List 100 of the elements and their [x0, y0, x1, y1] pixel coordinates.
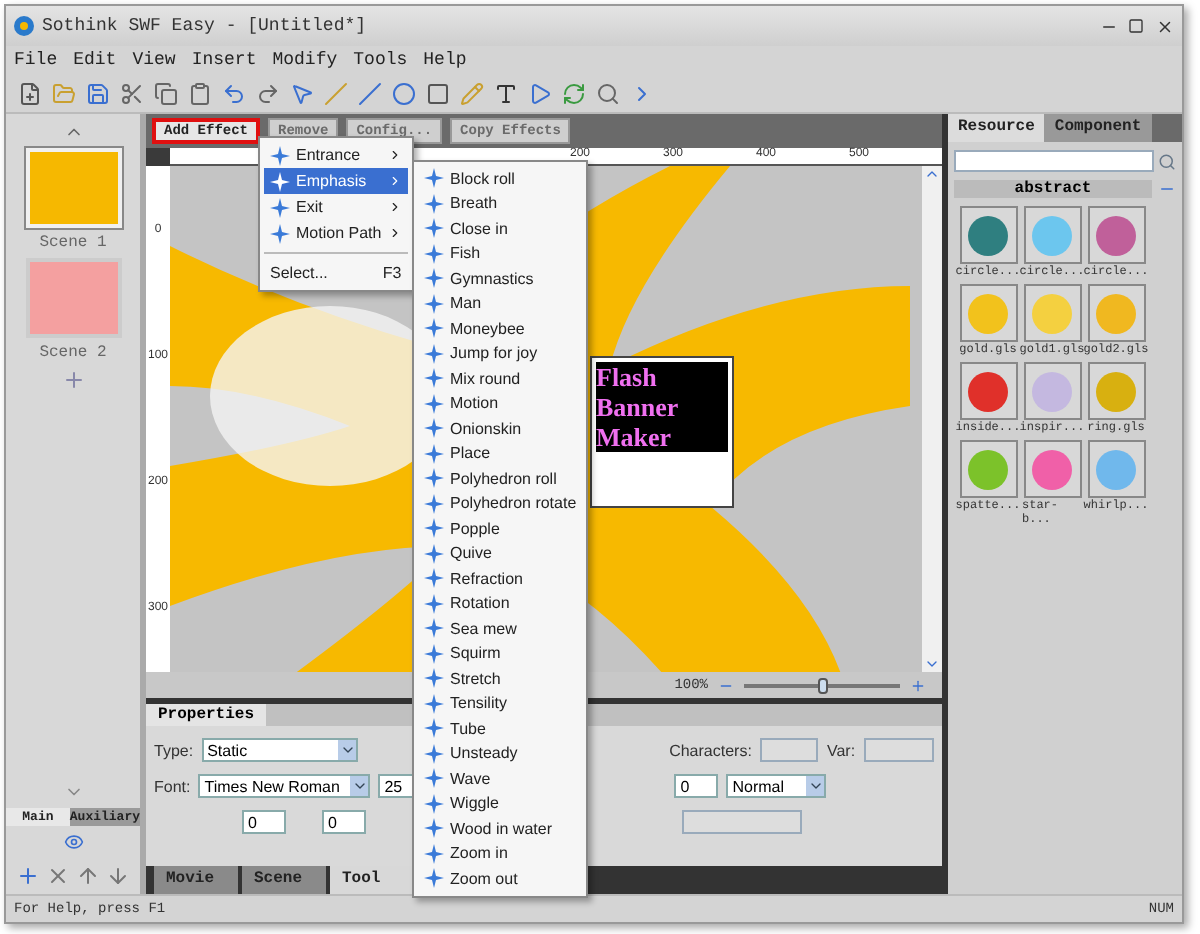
zoom-in-icon[interactable]	[910, 677, 926, 693]
menu-item[interactable]: Sea mew	[418, 616, 583, 641]
var-field[interactable]	[863, 738, 934, 762]
save-icon[interactable]	[86, 81, 110, 105]
menu-item[interactable]: Select... F3	[264, 260, 408, 286]
scroll-up-icon[interactable]	[924, 166, 940, 182]
menu-item[interactable]: Fish	[418, 241, 583, 266]
sparkle-icon	[424, 443, 444, 464]
group-header[interactable]: abstract	[954, 180, 1152, 198]
move-down-icon[interactable]	[106, 864, 130, 888]
menu-item[interactable]: Modify	[272, 50, 338, 70]
menu-item[interactable]: Entrance	[264, 142, 408, 168]
menu-item[interactable]: Exit	[264, 194, 408, 220]
dropdown-caret-icon	[339, 742, 356, 758]
add-scene-icon[interactable]	[61, 368, 85, 392]
line-spacing-field[interactable]: 0	[674, 774, 719, 798]
panel-tab[interactable]: Component	[1044, 114, 1152, 142]
add-icon[interactable]	[16, 864, 40, 888]
pen-icon[interactable]	[358, 81, 382, 105]
maximize-icon[interactable]	[1126, 16, 1146, 36]
menu-item[interactable]: Jump for joy	[418, 341, 583, 366]
eye-icon[interactable]	[63, 832, 83, 852]
vertical-scrollbar[interactable]	[922, 166, 942, 672]
menu-item[interactable]: Polyhedron rotate	[418, 491, 583, 516]
delete-icon[interactable]	[46, 864, 70, 888]
bottom-tab[interactable]: Movie	[154, 866, 238, 894]
copy-icon[interactable]	[154, 81, 178, 105]
scene-label: Scene 2	[39, 344, 107, 362]
refresh-icon[interactable]	[562, 81, 586, 105]
menu-item[interactable]: Emphasis	[264, 168, 408, 194]
menu-item[interactable]: Tensility	[418, 691, 583, 716]
spacing-field[interactable]: 0	[242, 810, 286, 834]
menu-item[interactable]: Onionskin	[418, 416, 583, 441]
folder-icon[interactable]	[52, 81, 76, 105]
field-label: Type:	[154, 741, 194, 759]
panel-tab[interactable]: Resource	[948, 114, 1045, 142]
menu-item[interactable]: Quive	[418, 541, 583, 566]
indent-field[interactable]: 0	[322, 810, 366, 834]
menu-item[interactable]: Motion	[418, 391, 583, 416]
line-icon[interactable]	[324, 81, 348, 105]
menu-item[interactable]: Moneybee	[418, 316, 583, 341]
style-select[interactable]: Normal	[726, 774, 827, 798]
menu-item[interactable]: Tube	[418, 716, 583, 741]
close-icon[interactable]	[1154, 16, 1174, 36]
scene-thumbnail[interactable]	[25, 258, 121, 338]
redo-icon[interactable]	[256, 81, 280, 105]
field-label: Font:	[154, 777, 191, 795]
menu-item[interactable]: Squirm	[418, 641, 583, 666]
menu-item[interactable]: Motion Path	[264, 220, 408, 246]
menu-item[interactable]: Stretch	[418, 666, 583, 691]
menu-item[interactable]: Man	[418, 291, 583, 316]
menu-item[interactable]: Rotation	[418, 591, 583, 616]
cut-icon[interactable]	[120, 81, 144, 105]
scene-label: Scene 1	[39, 234, 107, 252]
characters-field[interactable]	[759, 738, 819, 762]
pencil-icon[interactable]	[460, 81, 484, 105]
text-tool-icon[interactable]	[494, 81, 518, 105]
menu-item[interactable]: Help	[423, 50, 467, 70]
new-file-icon[interactable]	[18, 81, 42, 105]
menu-item[interactable]: Refraction	[418, 566, 583, 591]
undo-icon[interactable]	[222, 81, 246, 105]
menu-item[interactable]: Block roll	[418, 166, 583, 191]
menu-item[interactable]: Polyhedron roll	[418, 466, 583, 491]
search-icon[interactable]	[596, 81, 620, 105]
menu-item[interactable]: File	[14, 50, 58, 70]
panel-tab[interactable]: Properties	[146, 704, 267, 726]
rectangle-icon[interactable]	[426, 81, 450, 105]
type-select[interactable]: Static	[201, 738, 359, 762]
menu-item[interactable]: Breath	[418, 191, 583, 216]
font-select[interactable]: Times New Roman	[198, 774, 371, 798]
play-icon[interactable]	[528, 81, 552, 105]
search-field[interactable]	[954, 150, 1154, 172]
paste-icon[interactable]	[188, 81, 212, 105]
slider-thumb[interactable]	[818, 677, 828, 693]
sparkle-icon	[424, 493, 444, 514]
menu-item[interactable]: Mix round	[418, 366, 583, 391]
menu-item[interactable]: Insert	[191, 50, 257, 70]
ellipse-icon[interactable]	[392, 81, 416, 105]
bottom-tab[interactable]: Tool	[330, 866, 414, 894]
menu-item[interactable]: View	[132, 50, 176, 70]
scroll-down-icon[interactable]	[924, 656, 940, 672]
bottom-tab[interactable]: Scene	[242, 866, 326, 894]
sparkle-icon	[424, 793, 444, 814]
menu-item[interactable]: Popple	[418, 516, 583, 541]
menu-item[interactable]: Edit	[73, 50, 117, 70]
menu-item[interactable]: Place	[418, 441, 583, 466]
menu-item[interactable]: Zoom out	[418, 866, 583, 891]
menu-item[interactable]: Zoom in	[418, 841, 583, 866]
menu-item[interactable]: Gymnastics	[418, 266, 583, 291]
sparkle-icon	[424, 643, 444, 664]
pointer-icon[interactable]	[290, 81, 314, 105]
text-object[interactable]: Flash Banner Maker	[590, 356, 734, 508]
menu-item[interactable]: Close in	[418, 216, 583, 241]
search-icon[interactable]	[1158, 151, 1176, 171]
move-up-icon[interactable]	[76, 864, 100, 888]
menu-item[interactable]: Wood in water	[418, 816, 583, 841]
menu-item[interactable]: Unsteady	[418, 741, 583, 766]
menu-item[interactable]: Tools	[353, 50, 408, 70]
sparkle-icon	[424, 818, 444, 839]
sparkle-icon	[424, 393, 444, 414]
